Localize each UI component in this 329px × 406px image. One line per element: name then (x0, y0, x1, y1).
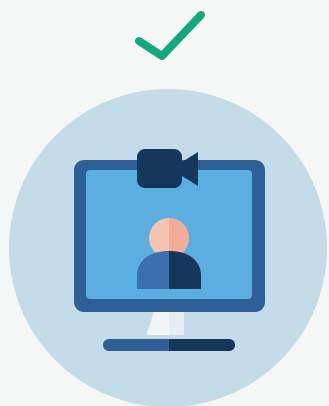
success-illustration (9, 11, 327, 406)
monitor-base-shadow (169, 339, 235, 351)
checkmark-icon (135, 11, 205, 60)
monitor-stand-shadow (169, 312, 184, 335)
verification-success-screen (0, 0, 329, 406)
webcam-monitor-user-icon (9, 89, 327, 406)
camera-body (137, 149, 182, 188)
